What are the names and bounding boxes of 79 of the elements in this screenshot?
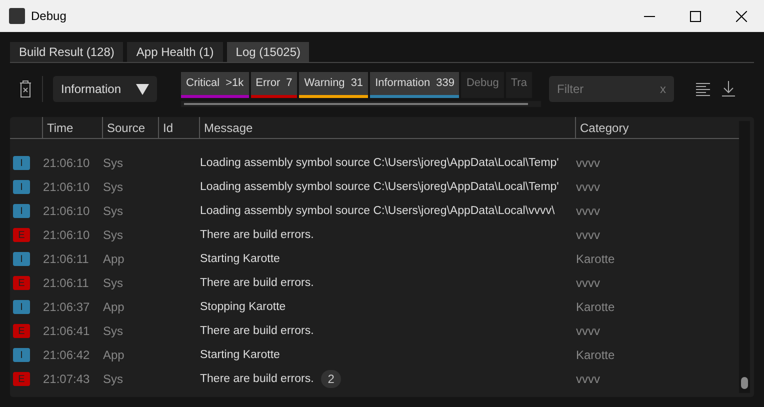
scrollbar-thumb[interactable] bbox=[741, 377, 748, 389]
message-cell-text: There are build errors. bbox=[200, 276, 314, 291]
wrap-text-button[interactable] bbox=[696, 82, 710, 96]
dropdown-arrow-icon bbox=[136, 84, 149, 94]
level-filter-chip[interactable]: Information 339 bbox=[370, 72, 460, 98]
column-header[interactable]: Message bbox=[199, 117, 575, 138]
time-cell-text: 21:06:11 bbox=[42, 251, 90, 268]
source-cell-text: Sys bbox=[102, 275, 124, 292]
download-icon bbox=[722, 81, 735, 97]
source-cell-text: Sys bbox=[102, 155, 124, 172]
column-header[interactable]: Source bbox=[102, 117, 158, 138]
category-cell-text: vvvv bbox=[575, 275, 600, 292]
time-cell-text: 21:06:41 bbox=[42, 323, 91, 340]
level-badge: E bbox=[13, 372, 30, 386]
level-badge: I bbox=[13, 300, 30, 314]
level-badge: I bbox=[13, 348, 30, 362]
category-cell-text: vvvv bbox=[575, 155, 600, 172]
source-cell-text: Sys bbox=[102, 179, 124, 196]
category-cell-text: Karotte bbox=[575, 347, 615, 364]
column-header[interactable]: Time bbox=[42, 117, 102, 138]
tab[interactable]: App Health (1) bbox=[127, 42, 223, 62]
vertical-scrollbar[interactable] bbox=[739, 121, 750, 393]
source-cell-text: Sys bbox=[102, 227, 124, 244]
app-icon bbox=[9, 8, 25, 24]
source-cell-text: Sys bbox=[102, 203, 124, 220]
source-cell-text: Sys bbox=[102, 371, 124, 388]
message-cell-text: Starting Karotte bbox=[200, 252, 280, 267]
time-cell-text: 21:06:11 bbox=[42, 275, 90, 292]
time-cell-text: 21:06:42 bbox=[42, 347, 91, 364]
level-badge: E bbox=[13, 324, 30, 338]
time-cell-text: 21:06:37 bbox=[42, 299, 91, 316]
download-button[interactable] bbox=[722, 81, 735, 97]
level-badge: I bbox=[13, 156, 30, 170]
message-cell-text: Loading assembly symbol source C:\Users\joreg\AppData\Local\Temp' bbox=[200, 156, 559, 171]
close-icon bbox=[736, 10, 746, 22]
message-cell-text: There are build errors. bbox=[200, 372, 314, 387]
time-cell-text: 21:06:10 bbox=[42, 227, 91, 244]
level-filter-chip[interactable]: Error 7 bbox=[250, 72, 298, 98]
scrollbar-thumb[interactable] bbox=[184, 102, 528, 104]
source-cell-text: App bbox=[102, 251, 126, 268]
level-badge: E bbox=[13, 276, 30, 290]
message-cell-text: There are build errors. bbox=[200, 228, 314, 243]
level-filter-chip[interactable]: Debug bbox=[461, 72, 504, 98]
message-cell-text: Stopping Karotte bbox=[200, 300, 286, 315]
category-cell-text: Karotte bbox=[575, 251, 615, 268]
repeat-count: 2 bbox=[320, 370, 342, 388]
tab[interactable]: Log (15025) bbox=[226, 42, 310, 62]
level-badge: E bbox=[13, 228, 30, 242]
message-cell-text: Starting Karotte bbox=[200, 348, 280, 363]
time-cell-text: 21:06:10 bbox=[42, 203, 91, 220]
level-filter-chip[interactable]: Warning 31 bbox=[299, 72, 368, 98]
level-filter-chip[interactable]: Tra bbox=[506, 72, 532, 98]
message-cell-text: Loading assembly symbol source C:\Users\joreg\AppData\Local\Temp' bbox=[200, 180, 559, 195]
maximize-icon bbox=[690, 10, 700, 22]
category-cell-text: vvvv bbox=[575, 179, 600, 196]
message-cell-text: There are build errors. bbox=[200, 324, 314, 339]
tab[interactable]: Build Result (128) bbox=[10, 42, 124, 62]
category-cell-text: vvvv bbox=[575, 371, 600, 388]
time-cell-text: 21:06:10 bbox=[42, 179, 91, 196]
level-dropdown[interactable]: Information bbox=[53, 76, 157, 102]
message-cell-text: Loading assembly symbol source C:\Users\joreg\AppData\Local\vvvv\ bbox=[200, 204, 555, 219]
source-cell-text: Sys bbox=[102, 323, 124, 340]
level-badge: I bbox=[13, 252, 30, 266]
column-header[interactable]: Id bbox=[158, 117, 199, 138]
category-cell-text: vvvv bbox=[575, 203, 600, 220]
category-cell-text: vvvv bbox=[575, 227, 600, 244]
window-title: Debug bbox=[31, 8, 66, 25]
source-cell-text: App bbox=[102, 299, 126, 316]
time-cell-text: 21:06:10 bbox=[42, 155, 91, 172]
text-lines-icon bbox=[696, 82, 710, 96]
category-cell-text: vvvv bbox=[575, 323, 600, 340]
delete-button[interactable] bbox=[17, 79, 33, 99]
level-badge: I bbox=[13, 204, 30, 218]
category-cell-text: Karotte bbox=[575, 299, 615, 316]
source-cell-text: App bbox=[102, 347, 126, 364]
trash-icon bbox=[18, 80, 32, 98]
level-badge: I bbox=[13, 180, 30, 194]
time-cell-text: 21:07:43 bbox=[42, 371, 91, 388]
level-filter-chip[interactable]: Critical >1k bbox=[181, 72, 249, 98]
